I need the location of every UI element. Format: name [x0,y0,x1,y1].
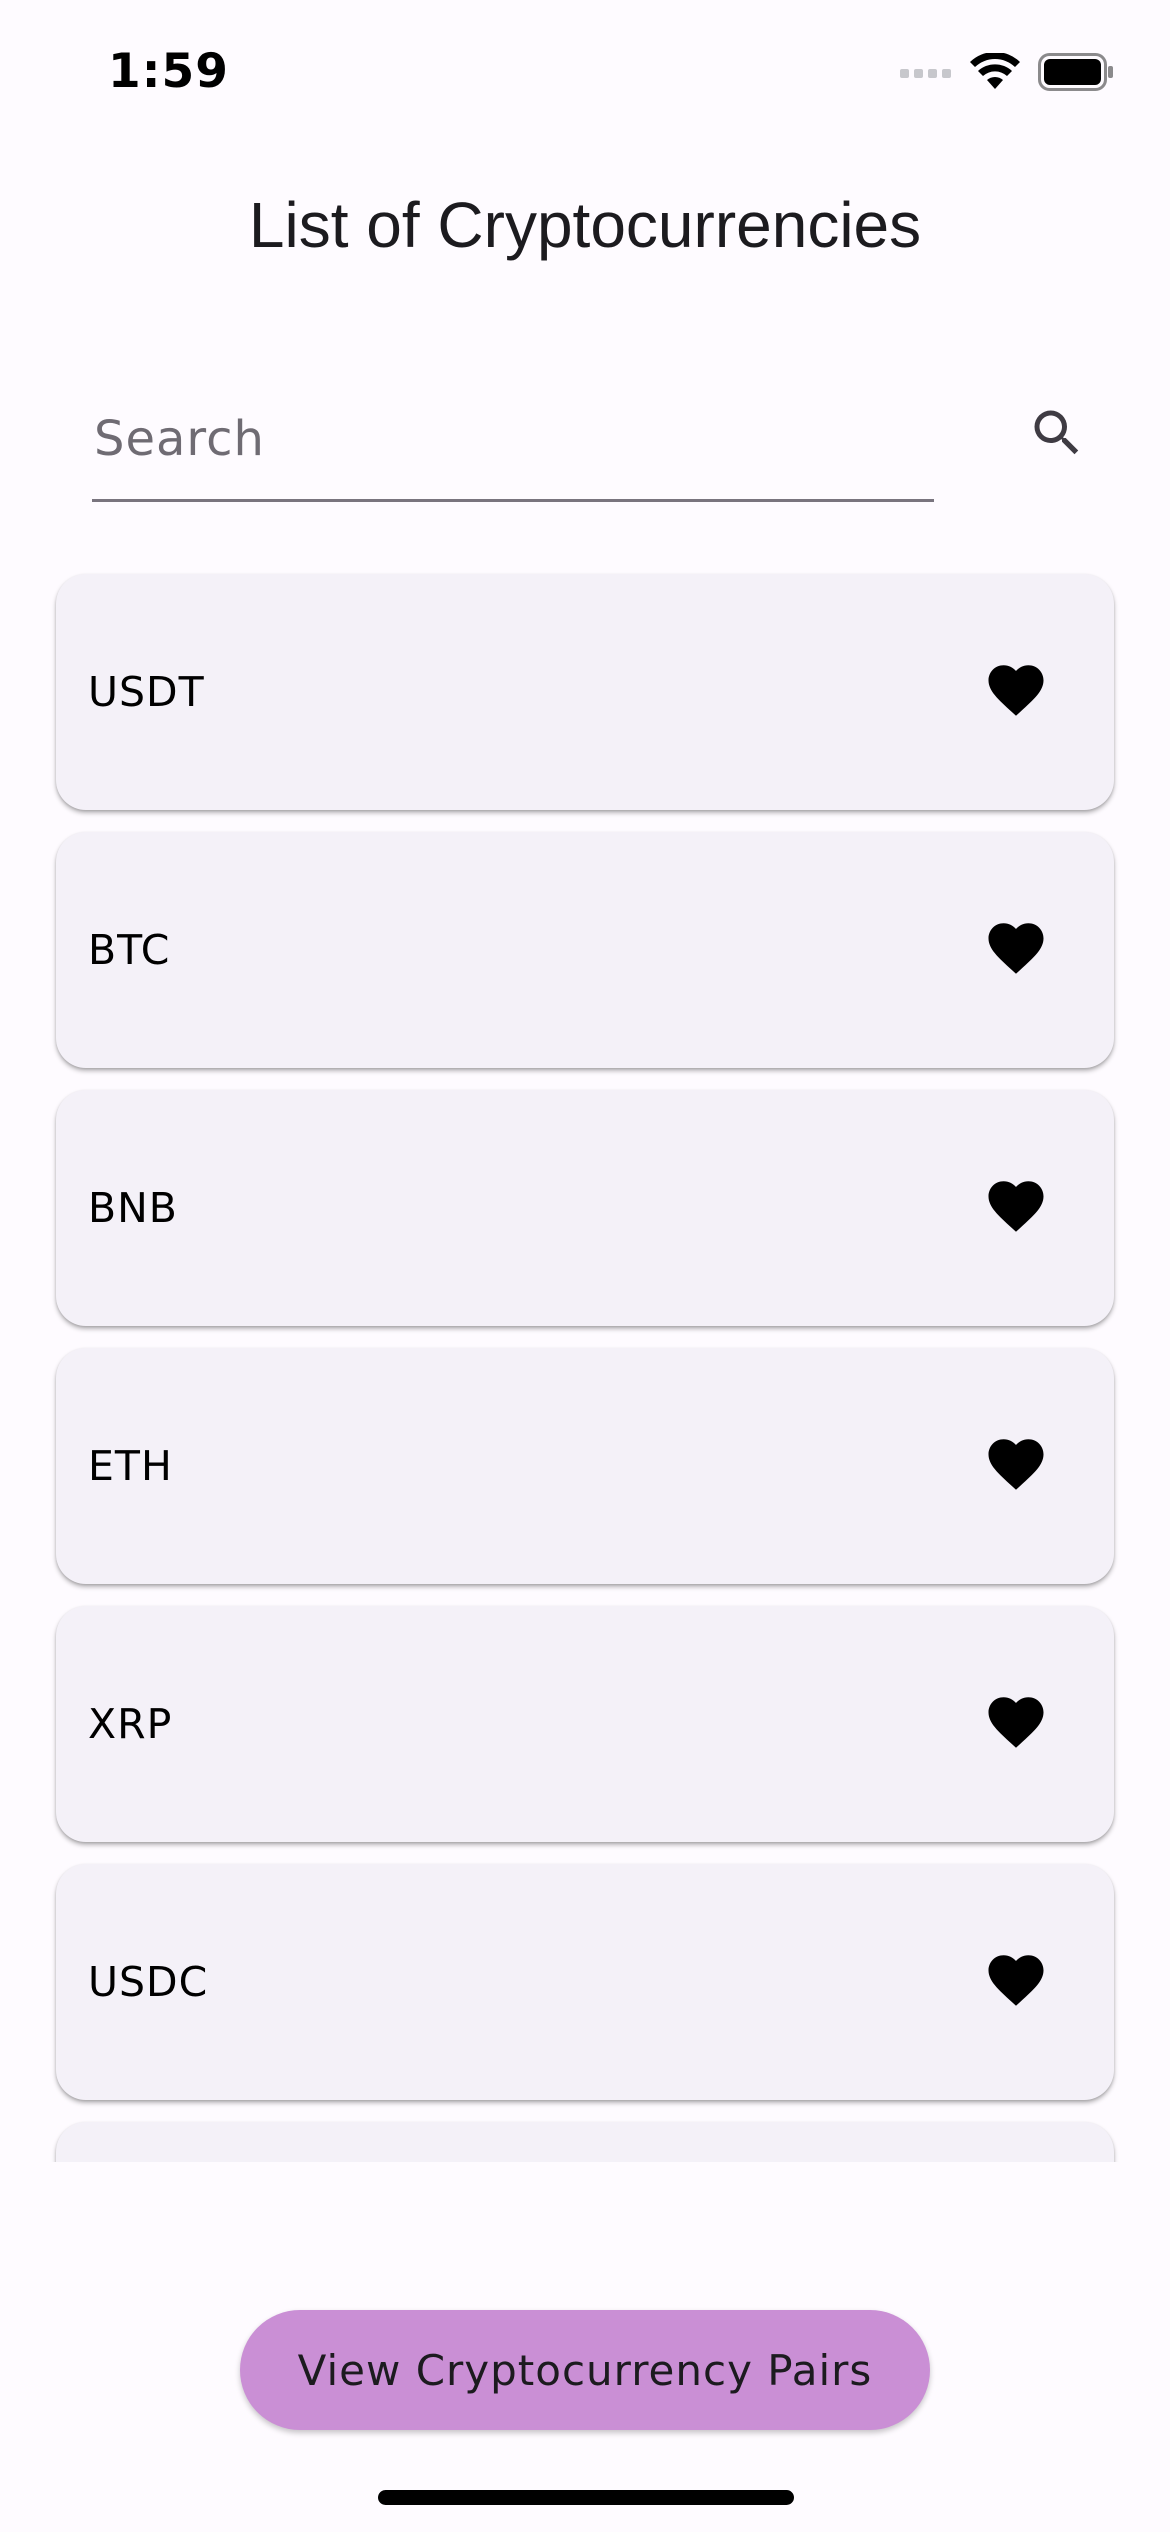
status-icons [900,51,1114,96]
status-time: 1:59 [108,44,229,99]
home-indicator [378,2490,794,2505]
list-item[interactable]: ETH [56,1348,1114,1584]
favorite-button[interactable] [974,1424,1058,1508]
search-button[interactable] [1012,390,1102,480]
heart-icon [983,657,1049,727]
battery-icon [1038,53,1114,95]
favorite-button[interactable] [974,1166,1058,1250]
list-item[interactable]: BTC [56,832,1114,1068]
list-item[interactable]: USDC [56,1864,1114,2100]
favorite-button[interactable] [974,908,1058,992]
list-item[interactable]: USDT [56,574,1114,810]
list-item-partial[interactable] [56,2122,1114,2162]
favorite-button[interactable] [974,650,1058,734]
page-title: List of Cryptocurrencies [248,189,922,261]
list-item-label: BTC [88,926,171,974]
heart-icon [983,1947,1049,2017]
search-input[interactable] [94,394,924,484]
list-item-label: USDT [88,668,205,716]
search-icon [1027,403,1087,467]
list-item-label: USDC [88,1958,209,2006]
view-pairs-button[interactable]: View Cryptocurrency Pairs [240,2310,930,2430]
list-item[interactable]: BNB [56,1090,1114,1326]
cellular-signal-icon [900,65,952,84]
heart-icon [983,915,1049,985]
heart-icon [983,1431,1049,1501]
favorite-button[interactable] [974,1682,1058,1766]
heart-icon [983,1689,1049,1759]
list-item[interactable]: XRP [56,1606,1114,1842]
search-field [92,380,934,502]
list-item-label: BNB [88,1184,178,1232]
app-screen: 1:59 List of Cryptocurrencies Search USD… [0,0,1170,2532]
favorite-button[interactable] [974,1940,1058,2024]
wifi-icon [970,51,1020,95]
status-bar: 1:59 [0,0,1170,150]
crypto-list[interactable]: USDT BTC BNB ETH XRP USDC [0,560,1170,2162]
heart-icon [983,1173,1049,1243]
list-item-label: XRP [88,1700,173,1748]
list-item-label: ETH [88,1442,173,1490]
